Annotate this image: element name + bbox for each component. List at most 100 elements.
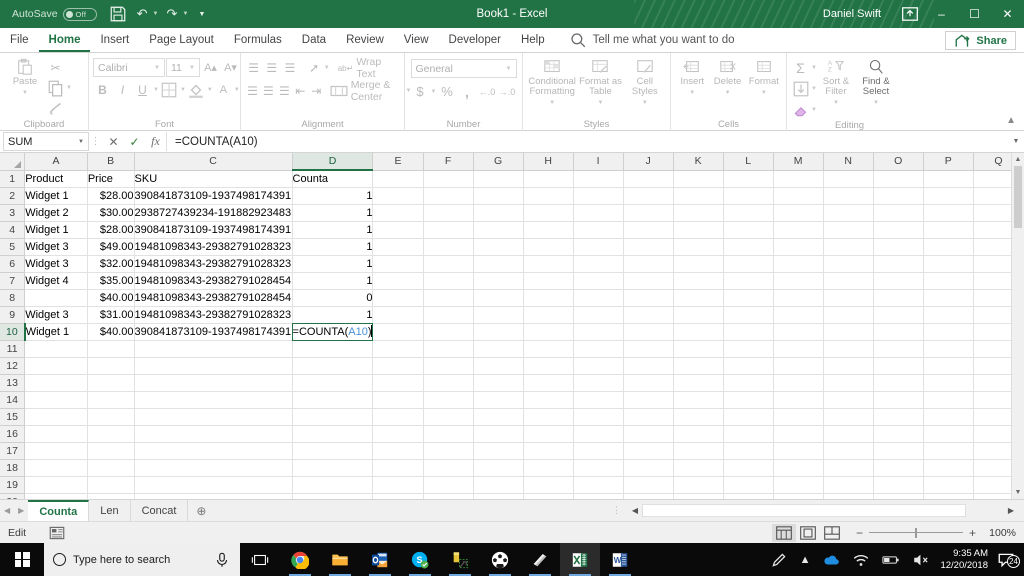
row-header-4[interactable]: 4	[0, 221, 26, 239]
cell-p5[interactable]	[923, 238, 974, 256]
column-header-p[interactable]: P	[923, 153, 974, 171]
copy-dropdown-icon[interactable]: ▼	[66, 85, 72, 91]
autosave-control[interactable]: AutoSave Off	[12, 7, 97, 21]
paste-button[interactable]: Paste ▼	[4, 55, 46, 98]
cell-e2[interactable]	[372, 187, 424, 205]
cell-a18[interactable]	[24, 459, 88, 477]
cell-p1[interactable]	[923, 170, 974, 188]
cell-n18[interactable]	[823, 459, 874, 477]
cell-o15[interactable]	[873, 408, 924, 426]
cell-g20[interactable]	[473, 493, 524, 499]
cell-i3[interactable]	[573, 204, 624, 222]
cell-c6[interactable]: 19481098343-29382791028323	[134, 255, 293, 273]
cell-e13[interactable]	[372, 374, 424, 392]
font-color-dropdown-icon[interactable]: ▼	[234, 87, 240, 93]
tab-bar-splitter[interactable]: ⋮	[606, 500, 628, 521]
cell-b4[interactable]: $28.00	[87, 221, 135, 239]
battery-icon[interactable]	[876, 551, 906, 569]
cell-o8[interactable]	[873, 289, 924, 307]
column-header-a[interactable]: A	[24, 153, 88, 171]
cell-n9[interactable]	[823, 306, 874, 324]
cell-b15[interactable]	[87, 408, 135, 426]
sort-filter-dropdown-icon[interactable]: ▼	[833, 98, 839, 108]
cell-m5[interactable]	[773, 238, 824, 256]
cell-m6[interactable]	[773, 255, 824, 273]
cell-c13[interactable]	[134, 374, 293, 392]
cell-m15[interactable]	[773, 408, 824, 426]
pen-workspace-icon[interactable]	[764, 551, 794, 569]
cell-l19[interactable]	[723, 476, 774, 494]
cell-m9[interactable]	[773, 306, 824, 324]
cell-l2[interactable]	[723, 187, 774, 205]
column-header-h[interactable]: H	[523, 153, 574, 171]
cell-k12[interactable]	[673, 357, 724, 375]
cell-i19[interactable]	[573, 476, 624, 494]
cell-k18[interactable]	[673, 459, 724, 477]
cell-n12[interactable]	[823, 357, 874, 375]
cell-l16[interactable]	[723, 425, 774, 443]
cell-j3[interactable]	[623, 204, 674, 222]
cell-o6[interactable]	[873, 255, 924, 273]
previous-sheet-icon[interactable]: ◀	[4, 506, 10, 515]
cell-o11[interactable]	[873, 340, 924, 358]
cell-c4[interactable]: 390841873109-1937498174391	[134, 221, 293, 239]
close-icon[interactable]: ✕	[991, 0, 1024, 28]
cell-l11[interactable]	[723, 340, 774, 358]
windows-start-icon[interactable]	[0, 543, 44, 576]
taskbar-app-file-explorer[interactable]	[320, 543, 360, 576]
cell-f15[interactable]	[423, 408, 474, 426]
minimize-icon[interactable]: –	[925, 0, 958, 28]
cell-i15[interactable]	[573, 408, 624, 426]
cell-b13[interactable]	[87, 374, 135, 392]
cell-m19[interactable]	[773, 476, 824, 494]
cell-g12[interactable]	[473, 357, 524, 375]
wifi-icon[interactable]	[846, 551, 876, 569]
orientation-icon[interactable]: ➚	[306, 59, 323, 78]
cell-c8[interactable]: 19481098343-29382791028454	[134, 289, 293, 307]
undo-dropdown-icon[interactable]: ▼	[153, 11, 159, 17]
zoom-out-button[interactable]: −	[856, 526, 863, 540]
column-header-o[interactable]: O	[873, 153, 924, 171]
name-box[interactable]: SUM ▼	[3, 132, 89, 151]
delete-cells-dropdown-icon[interactable]: ▼	[725, 88, 731, 98]
cell-l15[interactable]	[723, 408, 774, 426]
column-header-j[interactable]: J	[623, 153, 674, 171]
cell-i9[interactable]	[573, 306, 624, 324]
cell-o16[interactable]	[873, 425, 924, 443]
cell-f3[interactable]	[423, 204, 474, 222]
orientation-dropdown-icon[interactable]: ▼	[324, 65, 330, 71]
cell-o19[interactable]	[873, 476, 924, 494]
tab-page-layout[interactable]: Page Layout	[139, 28, 224, 52]
cell-p19[interactable]	[923, 476, 974, 494]
cell-p16[interactable]	[923, 425, 974, 443]
tab-developer[interactable]: Developer	[439, 28, 511, 52]
cell-i12[interactable]	[573, 357, 624, 375]
formula-input[interactable]: =COUNTA(A10)	[166, 132, 1008, 151]
row-header-3[interactable]: 3	[0, 204, 26, 222]
cell-a20[interactable]	[24, 493, 88, 499]
cell-l6[interactable]	[723, 255, 774, 273]
taskbar-app-slack[interactable]	[480, 543, 520, 576]
tab-insert[interactable]: Insert	[90, 28, 139, 52]
horizontal-scrollbar[interactable]: ◀ ▶	[628, 500, 1024, 521]
cell-e14[interactable]	[372, 391, 424, 409]
enter-icon[interactable]: ✓	[124, 132, 145, 152]
cell-n15[interactable]	[823, 408, 874, 426]
cell-p10[interactable]	[923, 323, 974, 341]
cell-l13[interactable]	[723, 374, 774, 392]
borders-dropdown-icon[interactable]: ▼	[180, 87, 186, 93]
cell-b9[interactable]: $31.00	[87, 306, 135, 324]
cell-c12[interactable]	[134, 357, 293, 375]
cell-h10[interactable]	[523, 323, 574, 341]
cell-m13[interactable]	[773, 374, 824, 392]
cell-h16[interactable]	[523, 425, 574, 443]
cell-j10[interactable]	[623, 323, 674, 341]
column-header-i[interactable]: I	[573, 153, 624, 171]
accessibility-checker-icon[interactable]	[48, 524, 66, 542]
cell-d2[interactable]: 1	[292, 187, 374, 205]
cell-f12[interactable]	[423, 357, 474, 375]
cell-a17[interactable]	[24, 442, 88, 460]
cell-styles-dropdown-icon[interactable]: ▼	[642, 98, 648, 108]
cell-j17[interactable]	[623, 442, 674, 460]
cell-b17[interactable]	[87, 442, 135, 460]
